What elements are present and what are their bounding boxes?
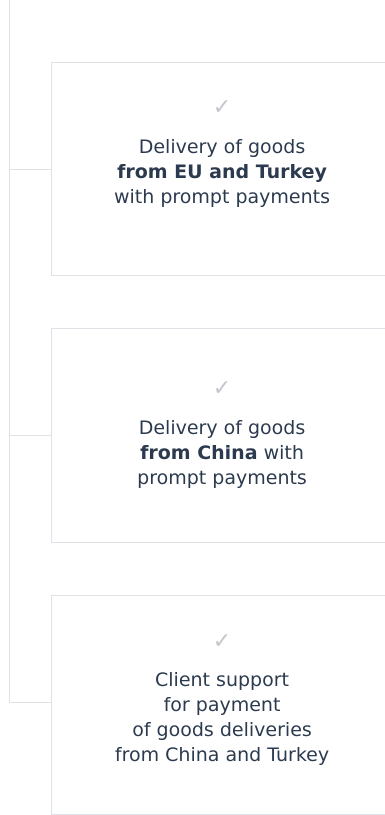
card-line-rest: with [257, 442, 304, 464]
checkmark-icon: ✓ [212, 95, 232, 120]
card-line: Delivery of goods [138, 417, 306, 439]
card-text: Delivery of goods from EU and Turkey wit… [52, 135, 385, 210]
card-line: prompt payments [137, 467, 307, 489]
timeline-connector-1 [9, 169, 52, 170]
service-card-client-support: ✓ Client support for payment of goods de… [51, 595, 385, 815]
card-line-bold: from China [140, 442, 258, 464]
card-line: from China and Turkey [114, 744, 330, 766]
service-card-china: ✓ Delivery of goods from China with prom… [51, 328, 385, 543]
service-card-eu-turkey: ✓ Delivery of goods from EU and Turkey w… [51, 62, 385, 276]
timeline-connector-3 [9, 702, 52, 703]
checkmark-icon: ✓ [212, 376, 232, 401]
card-line: Delivery of goods [138, 136, 306, 158]
checkmark-icon: ✓ [212, 629, 232, 654]
card-line: of goods deliveries [132, 719, 312, 741]
card-text: Delivery of goods from China with prompt… [52, 416, 385, 491]
timeline-connector-2 [9, 435, 52, 436]
card-line: for payment [163, 694, 281, 716]
card-line-bold: from EU and Turkey [117, 161, 327, 183]
card-text: Client support for payment of goods deli… [52, 668, 385, 768]
card-line: with prompt payments [113, 186, 331, 208]
timeline-vertical-line [9, 0, 10, 703]
card-line: Client support [155, 669, 289, 691]
